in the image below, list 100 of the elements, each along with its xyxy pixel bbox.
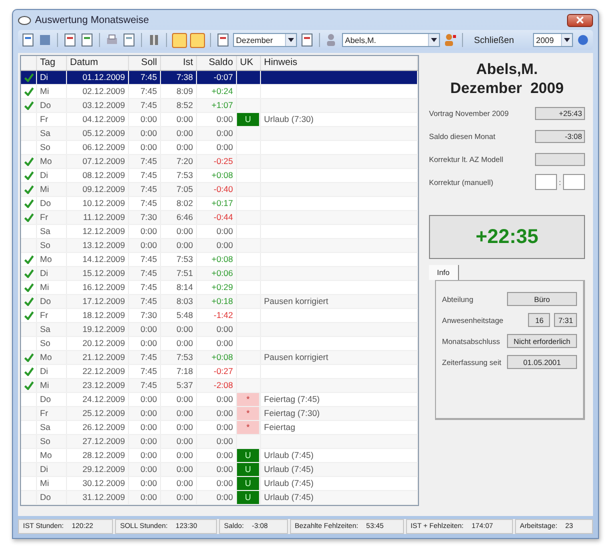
- calendar-icon[interactable]: [21, 33, 35, 47]
- table-cell: 8:52: [161, 99, 197, 112]
- table-cell: 12.12.2009: [67, 225, 129, 238]
- table-cell: Pausen korrigiert: [261, 295, 418, 308]
- table-cell: Fr: [37, 211, 67, 224]
- table-cell: 20.12.2009: [67, 337, 129, 350]
- table-cell: +0:08: [197, 253, 237, 266]
- caret-icon: [564, 38, 570, 42]
- table-cell: 0:00: [161, 421, 197, 434]
- table-cell: Di: [37, 365, 67, 378]
- table-cell: 0:00: [129, 491, 161, 504]
- column-header[interactable]: Soll: [129, 56, 161, 70]
- table-cell: Urlaub (7:45): [261, 449, 418, 462]
- table-cell: Fr: [37, 309, 67, 322]
- table-cell: 0:00: [129, 141, 161, 154]
- table-cell: 0:00: [129, 407, 161, 420]
- table-cell: 5:48: [161, 309, 197, 322]
- table-cell: 0:00: [197, 323, 237, 336]
- table-cell: 8:14: [161, 281, 197, 294]
- table-cell: Do: [37, 197, 67, 210]
- person-icon[interactable]: [443, 33, 457, 47]
- table-cell: 7:45: [129, 155, 161, 168]
- hours-field[interactable]: [534, 174, 557, 190]
- table-cell: Mi: [37, 379, 67, 392]
- table-cell: 0:00: [129, 239, 161, 252]
- table-cell: 10.12.2009: [67, 197, 129, 210]
- table-cell: 7:30: [129, 211, 161, 224]
- calendar-icon[interactable]: [216, 33, 230, 47]
- table-cell: So: [37, 435, 67, 448]
- column-header[interactable]: Ist: [161, 56, 197, 70]
- table-cell: 0:00: [129, 393, 161, 406]
- calendar-icon[interactable]: [300, 33, 314, 47]
- table-cell: -1:42: [197, 309, 237, 322]
- table-cell: 0:00: [129, 225, 161, 238]
- help-icon[interactable]: [576, 33, 590, 47]
- table-cell: +0:17: [197, 197, 237, 210]
- table-cell: +1:07: [197, 99, 237, 112]
- table-cell: Feiertag (7:45): [261, 393, 418, 406]
- month-dropdown[interactable]: Dezember: [233, 33, 297, 47]
- table-cell: 0:00: [197, 435, 237, 448]
- table-cell: Di: [37, 71, 67, 84]
- table-cell: Feiertag (7:30): [261, 407, 418, 420]
- table-cell: Fr: [37, 113, 67, 126]
- table-cell: 7:45: [129, 267, 161, 280]
- table-cell: Di: [37, 267, 67, 280]
- table-cell: Mi: [37, 85, 67, 98]
- table-cell: 0:00: [161, 323, 197, 336]
- table-cell: 7:45: [129, 85, 161, 98]
- table-cell: Do: [37, 295, 67, 308]
- view-toggle[interactable]: [172, 32, 187, 48]
- document-icon[interactable]: [63, 33, 77, 47]
- table-cell: 8:02: [161, 197, 197, 210]
- table-cell: 15.12.2009: [67, 267, 129, 280]
- close-link[interactable]: Schließen: [468, 35, 520, 45]
- table-cell: Pausen korrigiert: [261, 351, 418, 364]
- column-header[interactable]: Saldo: [197, 56, 237, 70]
- table-cell: -0:07: [197, 71, 237, 84]
- table-cell: So: [37, 239, 67, 252]
- table-cell: Sa: [37, 421, 67, 434]
- table-cell: Mi: [37, 281, 67, 294]
- column-header[interactable]: Datum: [67, 56, 129, 70]
- table-cell: Do: [37, 491, 67, 504]
- table-cell: 17.12.2009: [67, 295, 129, 308]
- view-toggle[interactable]: [190, 32, 205, 48]
- minutes-field[interactable]: [563, 174, 585, 190]
- period-title: Dezember 2009: [449, 80, 565, 97]
- column-header[interactable]: Tag: [37, 56, 67, 70]
- table-cell: -0:40: [197, 183, 237, 196]
- table-cell: 7:45: [129, 365, 161, 378]
- absence-code: U: [237, 113, 260, 126]
- caret-icon: [288, 38, 294, 42]
- table-cell: 01.12.2009: [67, 71, 129, 84]
- table-cell: Do: [37, 393, 67, 406]
- table-cell: 0:00: [129, 337, 161, 350]
- document-icon[interactable]: [80, 33, 94, 47]
- close-button[interactable]: [567, 14, 593, 26]
- column-header[interactable]: Hinweis: [261, 56, 418, 70]
- table-cell: Mo: [37, 155, 67, 168]
- save-icon[interactable]: [38, 33, 52, 47]
- table-cell: -2:08: [197, 379, 237, 392]
- table-cell: 0:00: [197, 239, 237, 252]
- table-cell: 18.12.2009: [67, 309, 129, 322]
- table-cell: +0:29: [197, 281, 237, 294]
- columns-icon[interactable]: [147, 33, 161, 47]
- table-cell: 0:00: [197, 127, 237, 140]
- column-header[interactable]: UK: [237, 56, 261, 70]
- table-cell: 07.12.2009: [67, 155, 129, 168]
- employee-dropdown[interactable]: Abels,M.: [342, 33, 440, 47]
- close-icon: [576, 16, 584, 24]
- table-cell: 09.12.2009: [67, 183, 129, 196]
- absence-code: *: [237, 393, 260, 406]
- year-dropdown[interactable]: 2009: [533, 33, 573, 47]
- table-cell: Urlaub (7:45): [261, 463, 418, 476]
- table-cell: So: [37, 337, 67, 350]
- table-cell: Do: [37, 99, 67, 112]
- table-cell: 13.12.2009: [67, 239, 129, 252]
- table-cell: 0:00: [161, 113, 197, 126]
- preview-icon[interactable]: [122, 33, 136, 47]
- printer-icon[interactable]: [105, 33, 119, 47]
- table-cell: 7:45: [129, 295, 161, 308]
